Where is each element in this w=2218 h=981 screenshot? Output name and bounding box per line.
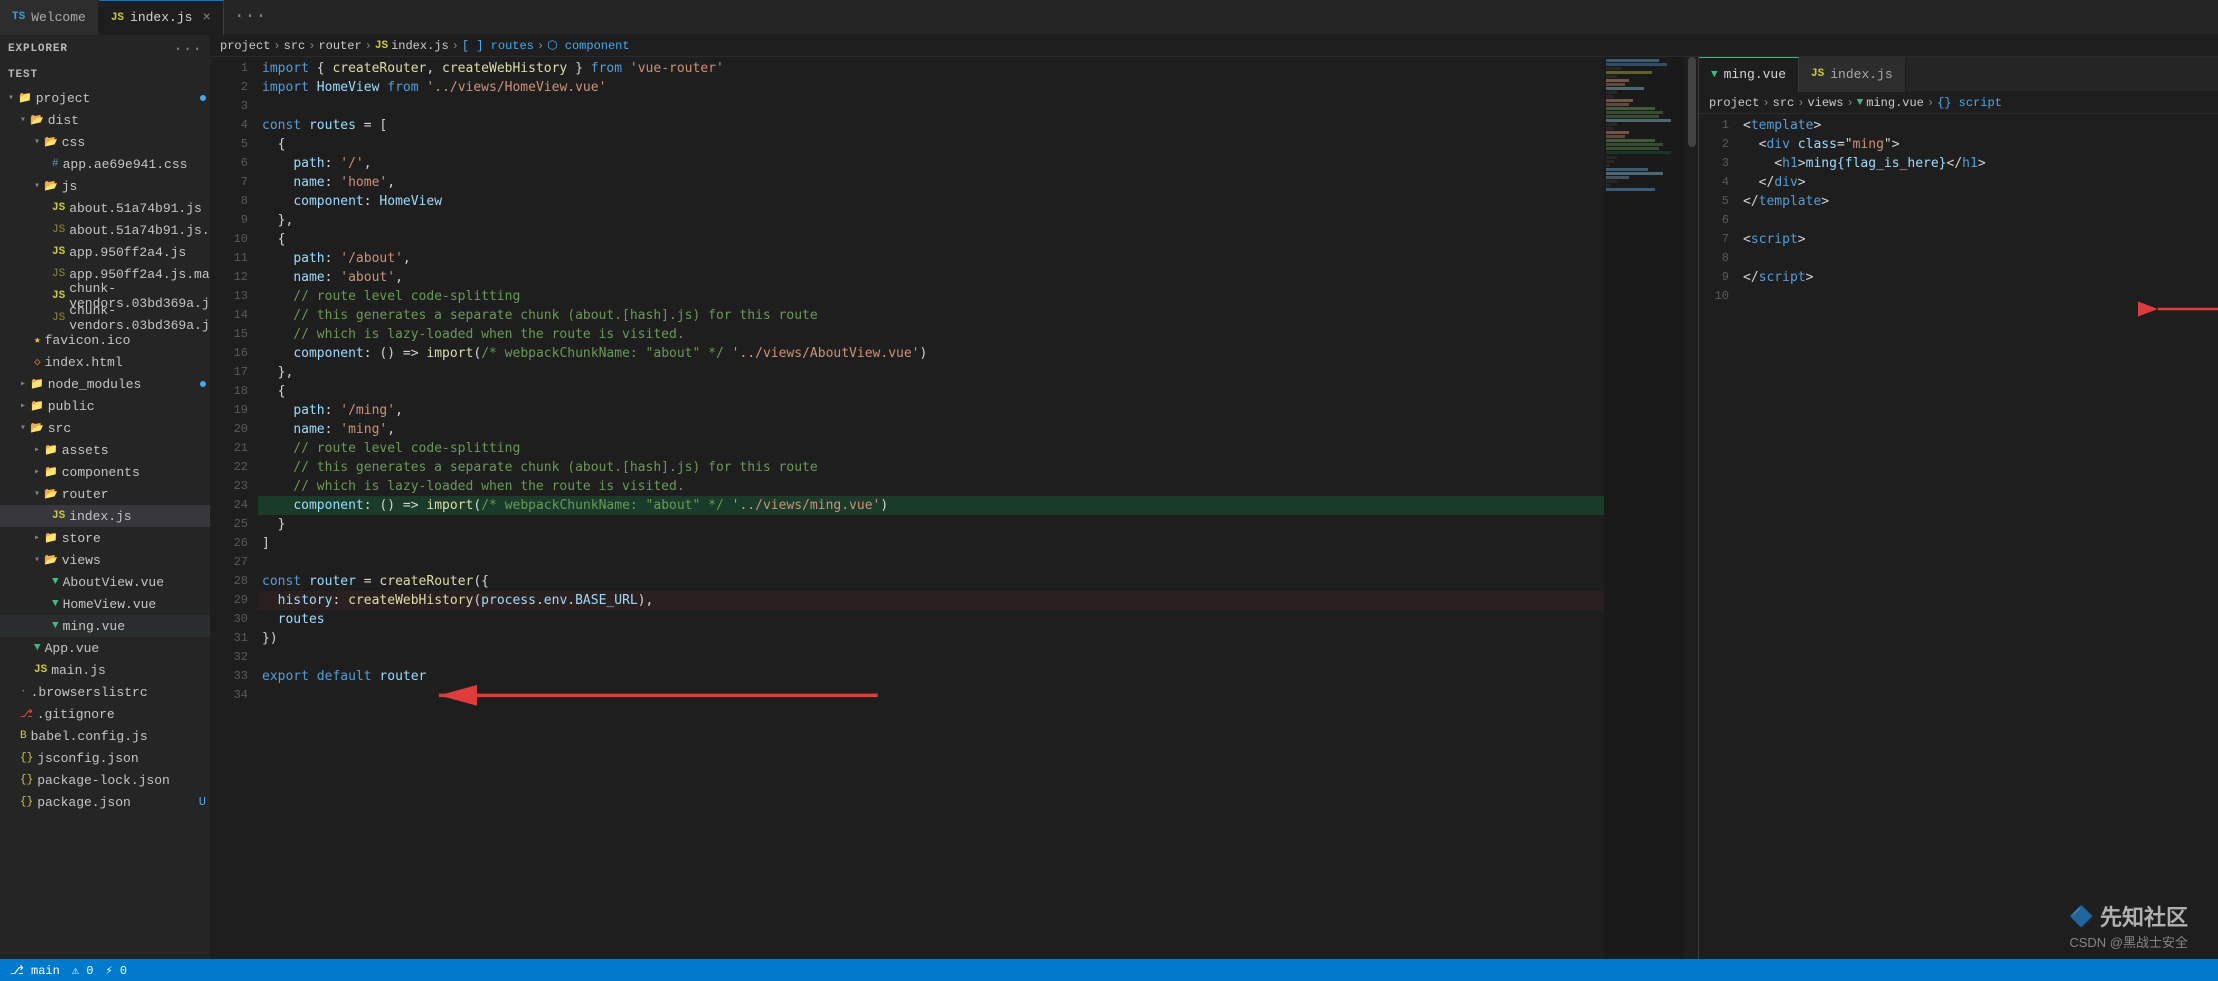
line-numbers: 1234567891011121314151617181920212223242… xyxy=(210,57,258,959)
tree-item-home-vue[interactable]: ▼ HomeView.vue xyxy=(0,593,210,615)
tree-item-router-index[interactable]: JS index.js xyxy=(0,505,210,527)
tree-item-components[interactable]: ▸ 📁 components xyxy=(0,461,210,483)
tree-item-index-html[interactable]: ◇ index.html xyxy=(0,351,210,373)
indexjs-tab-label: index.js xyxy=(130,10,192,25)
tree-item-src[interactable]: ▾ 📂 src xyxy=(0,417,210,439)
sidebar-title: EXPLORER xyxy=(8,43,68,55)
welcome-tab-label: Welcome xyxy=(31,10,86,25)
tree-item-dist[interactable]: ▾ 📂 dist xyxy=(0,109,210,131)
tree-item-about-vue[interactable]: ▼ AboutView.vue xyxy=(0,571,210,593)
close-tab-icon[interactable]: × xyxy=(202,10,210,26)
tree-item-assets[interactable]: ▸ 📁 assets xyxy=(0,439,210,461)
tree-item-package-json[interactable]: {} package.json U xyxy=(0,791,210,813)
status-bar: ⎇ main ⚠ 0 ⚡ 0 xyxy=(0,959,2218,981)
tree-item-public[interactable]: ▸ 📁 public xyxy=(0,395,210,417)
tree-item-gitignore[interactable]: ⎇ .gitignore xyxy=(0,703,210,725)
right-code-content[interactable]: <template> <div class="ming"> <h1>ming{f… xyxy=(1739,114,2218,959)
tree-item-views[interactable]: ▾ 📂 views xyxy=(0,549,210,571)
breadcrumb-right: project › src › views › ▼ ming.vue › {} … xyxy=(1699,92,2218,114)
tab-bar-left: TS Welcome JS index.js × ··· xyxy=(0,0,2218,35)
tree-item-ming-vue[interactable]: ▼ ming.vue xyxy=(0,615,210,637)
file-tree: ▾ 📁 project ▾ 📂 dist ▾ 📂 css xyxy=(0,87,210,959)
indexjs-tab-icon: JS xyxy=(111,12,124,24)
tree-item-css[interactable]: ▾ 📂 css xyxy=(0,131,210,153)
code-content[interactable]: import { createRouter, createWebHistory … xyxy=(258,57,1604,959)
minimap xyxy=(1604,57,1684,959)
tree-item-main-js[interactable]: JS main.js xyxy=(0,659,210,681)
tree-item-router[interactable]: ▾ 📂 router xyxy=(0,483,210,505)
tab-more-button[interactable]: ··· xyxy=(224,7,276,27)
tree-item-chunk-vendors-map[interactable]: JS chunk-vendors.03bd369a.js.map xyxy=(0,307,210,329)
tree-item-app-vue[interactable]: ▼ App.vue xyxy=(0,637,210,659)
package-json-badge: U xyxy=(199,795,206,809)
tree-item-app-css[interactable]: # app.ae69e941.css xyxy=(0,153,210,175)
right-line-numbers: 12345678910 xyxy=(1699,114,1739,959)
welcome-tab-icon: TS xyxy=(12,11,25,23)
code-editor-left: 1234567891011121314151617181920212223242… xyxy=(210,57,1698,959)
tree-item-about-map[interactable]: JS about.51a74b91.js.map xyxy=(0,219,210,241)
right-panel: ▼ ming.vue JS index.js project › src xyxy=(1698,57,2218,959)
tree-item-app-js[interactable]: JS app.950ff2a4.js xyxy=(0,241,210,263)
tree-item-about-js[interactable]: JS about.51a74b91.js xyxy=(0,197,210,219)
sidebar: EXPLORER ··· TEST ▾ 📁 project ▾ 📂 dist xyxy=(0,35,210,959)
tree-item-browserslistrc[interactable]: · .browserslistrc xyxy=(0,681,210,703)
tree-item-jsconfig[interactable]: {} jsconfig.json xyxy=(0,747,210,769)
right-tab-bar: ▼ ming.vue JS index.js xyxy=(1699,57,2218,92)
tree-item-store[interactable]: ▸ 📁 store xyxy=(0,527,210,549)
tree-item-node-modules[interactable]: ▸ 📁 node_modules xyxy=(0,373,210,395)
tab-index-js[interactable]: JS index.js × xyxy=(99,0,224,35)
section-label: TEST xyxy=(8,69,38,81)
sidebar-more-icon[interactable]: ··· xyxy=(173,40,202,58)
scrollbar-right[interactable] xyxy=(1684,57,1698,959)
tree-item-project[interactable]: ▾ 📁 project xyxy=(0,87,210,109)
tree-item-package-lock[interactable]: {} package-lock.json xyxy=(0,769,210,791)
tree-item-babel[interactable]: B babel.config.js xyxy=(0,725,210,747)
tab-welcome[interactable]: TS Welcome xyxy=(0,0,99,35)
breadcrumb-left: project › src › router › JS index.js › [… xyxy=(210,35,2218,57)
tab-index-js-right[interactable]: JS index.js xyxy=(1799,57,1906,92)
tree-item-js-folder[interactable]: ▾ 📂 js xyxy=(0,175,210,197)
watermark: 🔷 先知社区 CSDN @黑战士安全 xyxy=(2069,900,2188,951)
tab-bar: TS Welcome JS index.js × ··· xyxy=(0,0,2218,35)
tab-ming-vue[interactable]: ▼ ming.vue xyxy=(1699,57,1799,92)
